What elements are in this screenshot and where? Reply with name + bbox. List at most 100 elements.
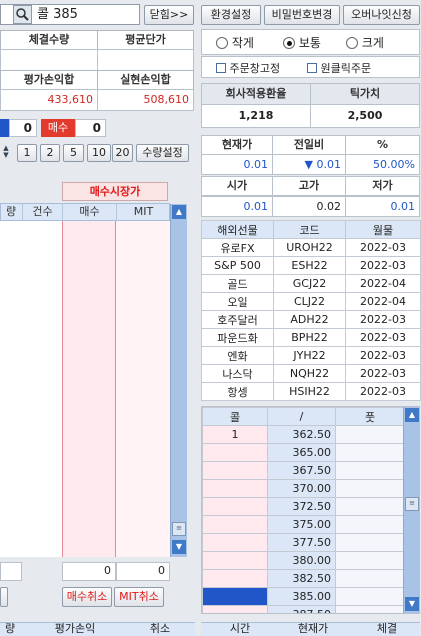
put-cell[interactable]	[335, 551, 405, 570]
checkbox-icon[interactable]	[307, 63, 317, 73]
font-large-option[interactable]: 크게	[346, 34, 384, 51]
option-row[interactable]: 387.50	[202, 605, 405, 613]
option-row[interactable]: 377.50	[202, 533, 405, 552]
option-row[interactable]: 1 362.50	[202, 425, 405, 444]
put-cell[interactable]	[335, 479, 405, 498]
call-cell[interactable]	[202, 533, 268, 552]
futures-row[interactable]: 파운드화 BPH22 2022-03	[201, 328, 421, 347]
sell-qty-input[interactable]: 0	[9, 119, 37, 137]
buy-cancel-button[interactable]: 매수취소	[62, 587, 112, 607]
futures-name: 엔화	[201, 346, 274, 365]
put-cell[interactable]	[335, 497, 405, 516]
call-cell[interactable]	[202, 605, 268, 613]
quote-change: ▼ 0.01	[272, 154, 346, 175]
quote-head-current: 현재가	[201, 135, 273, 155]
qty-button-10[interactable]: 10	[87, 144, 111, 162]
radio-icon[interactable]	[346, 37, 358, 49]
futures-row[interactable]: 오일 CLJ22 2022-04	[201, 292, 421, 311]
qty-setting-button[interactable]: 수량설정	[136, 144, 189, 162]
overnight-request-button[interactable]: 오버나잇신청	[343, 5, 420, 25]
futures-head-month: 월물	[345, 220, 421, 239]
call-cell[interactable]	[202, 515, 268, 534]
call-cell[interactable]: 1	[202, 425, 268, 444]
buy-qty-input[interactable]: 0	[75, 119, 106, 137]
put-cell[interactable]	[335, 605, 405, 613]
mit-cancel-button[interactable]: MIT취소	[114, 587, 164, 607]
call-cell[interactable]	[202, 569, 268, 588]
checkbox-icon[interactable]	[216, 63, 226, 73]
qty-button-5[interactable]: 5	[63, 144, 84, 162]
radio-selected-icon[interactable]	[283, 37, 295, 49]
strike-cell: 387.50	[267, 605, 336, 613]
put-cell[interactable]	[335, 515, 405, 534]
futures-row[interactable]: 나스닥 NQH22 2022-03	[201, 364, 421, 383]
futures-code: NQH22	[273, 364, 346, 383]
futures-head-name: 해외선물	[201, 220, 274, 239]
one-click-label: 원클릭주문	[320, 62, 372, 75]
order-fix-label: 주문창고정	[229, 62, 281, 75]
option-row[interactable]: 380.00	[202, 551, 405, 570]
futures-row[interactable]: 엔화 JYH22 2022-03	[201, 346, 421, 365]
futures-row[interactable]: 호주달러 ADH22 2022-03	[201, 310, 421, 329]
scroll-down-icon[interactable]: ▼	[172, 540, 186, 554]
call-cell[interactable]	[202, 443, 268, 462]
stepper-arrows[interactable]: ▲ ▼	[1, 145, 11, 161]
qty-button-1[interactable]: 1	[17, 144, 37, 162]
eval-pnl-value: 433,610	[0, 89, 98, 111]
order-fix-checkbox[interactable]: 주문창고정	[216, 60, 280, 76]
qty-value	[0, 49, 98, 71]
qty-button-2[interactable]: 2	[40, 144, 60, 162]
option-row[interactable]: 375.00	[202, 515, 405, 534]
password-change-button[interactable]: 비밀번호변경	[264, 5, 340, 25]
env-settings-button[interactable]: 환경설정	[201, 5, 261, 25]
option-row[interactable]: 367.50	[202, 461, 405, 480]
option-row[interactable]: 382.50	[202, 569, 405, 588]
scroll-up-icon[interactable]: ▲	[172, 205, 186, 219]
quote-low: 0.01	[345, 196, 420, 217]
call-cell[interactable]	[202, 461, 268, 480]
market-buy-button[interactable]: 매수시장가	[62, 182, 168, 201]
futures-code: ADH22	[273, 310, 346, 329]
call-cell[interactable]	[202, 479, 268, 498]
futures-name: 나스닥	[201, 364, 274, 383]
quote-head-high: 고가	[272, 176, 346, 196]
scroll-up-icon[interactable]: ▲	[405, 408, 419, 422]
left-cancel-button[interactable]	[0, 587, 8, 607]
scroll-thumb[interactable]: ≡	[172, 522, 186, 536]
option-board[interactable]: 콜 / 풋 1 362.50 365.00 367.50 370.00 372.5…	[201, 406, 420, 614]
font-small-option[interactable]: 작게	[216, 34, 254, 51]
option-row[interactable]: 370.00	[202, 479, 405, 498]
scroll-down-icon[interactable]: ▼	[405, 597, 419, 611]
close-button[interactable]: 닫힘>>	[144, 5, 194, 25]
search-icon[interactable]	[13, 5, 32, 24]
futures-month: 2022-03	[345, 310, 421, 329]
search-input[interactable]: 콜 385	[37, 6, 78, 23]
font-normal-option[interactable]: 보통	[283, 34, 321, 51]
option-row-selected[interactable]: 385.00	[202, 587, 405, 606]
radio-icon[interactable]	[216, 37, 228, 49]
call-cell-selected[interactable]	[202, 587, 268, 606]
futures-row[interactable]: 항셍 HSIH22 2022-03	[201, 382, 421, 401]
futures-row[interactable]: S&P 500 ESH22 2022-03	[201, 256, 421, 275]
option-scrollbar[interactable]: ▲ ≡ ▼	[403, 407, 419, 613]
put-cell[interactable]	[335, 569, 405, 588]
call-cell[interactable]	[202, 551, 268, 570]
put-cell[interactable]	[335, 461, 405, 480]
call-cell[interactable]	[202, 497, 268, 516]
grid-col-buy: 매수	[62, 204, 116, 220]
option-row[interactable]: 372.50	[202, 497, 405, 516]
qty-button-20[interactable]: 20	[112, 144, 133, 162]
strike-cell: 370.00	[267, 479, 336, 498]
option-row[interactable]: 365.00	[202, 443, 405, 462]
quote-open: 0.01	[201, 196, 273, 217]
put-cell[interactable]	[335, 533, 405, 552]
put-cell[interactable]	[335, 587, 405, 606]
one-click-checkbox[interactable]: 원클릭주문	[307, 60, 371, 76]
futures-row[interactable]: 골드 GCJ22 2022-04	[201, 274, 421, 293]
put-cell[interactable]	[335, 425, 405, 444]
grid-scrollbar[interactable]: ▲ ≡ ▼	[170, 204, 187, 557]
futures-month: 2022-03	[345, 328, 421, 347]
put-cell[interactable]	[335, 443, 405, 462]
scroll-thumb[interactable]: ≡	[405, 497, 419, 511]
futures-row[interactable]: 유로FX UROH22 2022-03	[201, 238, 421, 257]
